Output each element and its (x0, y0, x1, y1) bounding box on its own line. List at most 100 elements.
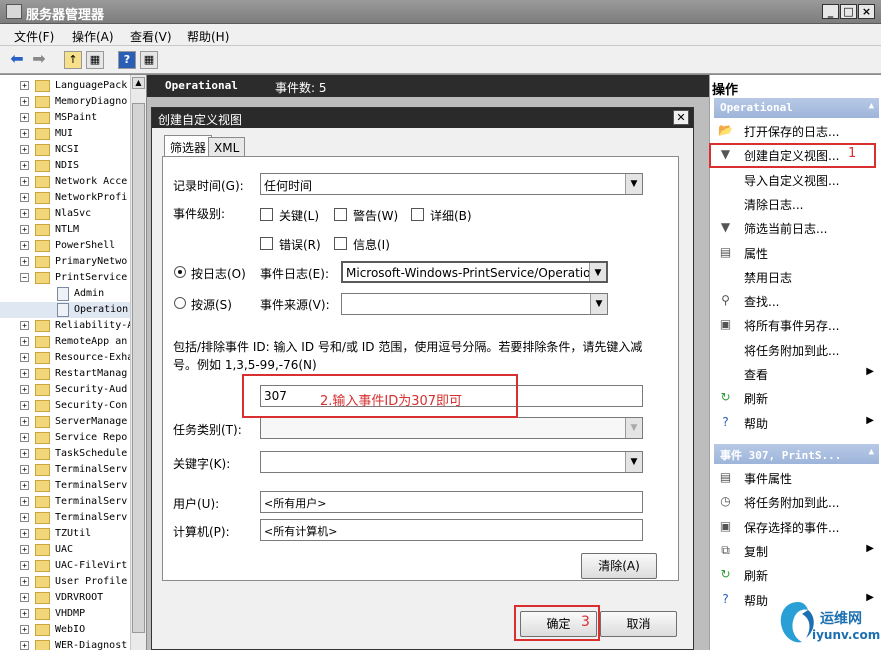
chevron-down-icon[interactable]: ▼ (625, 418, 642, 438)
expand-icon[interactable]: + (20, 321, 29, 330)
tree-item[interactable]: + TerminalServ (0, 510, 145, 526)
tree-pane[interactable]: + LanguagePack + MemoryDiagno + MSPaint + MUI + N… (0, 75, 146, 650)
action-item[interactable]: ↻ 刷新 (714, 564, 880, 586)
tree-item[interactable]: + WER-Diagnost (0, 638, 145, 650)
user-input[interactable]: <所有用户> (260, 491, 643, 513)
critical-checkbox[interactable] (260, 208, 273, 221)
action-item[interactable]: 禁用日志 (714, 266, 880, 288)
expand-icon[interactable]: + (20, 625, 29, 634)
information-checkbox[interactable] (334, 237, 347, 250)
menu-file[interactable]: 文件(F) (14, 28, 54, 45)
expand-icon[interactable]: + (20, 609, 29, 618)
action-item[interactable]: 将任务附加到此... (714, 339, 880, 361)
tree-item[interactable]: + Service Repo (0, 430, 145, 446)
logged-select[interactable]: 任何时间 ▼ (260, 173, 643, 195)
tree-item[interactable]: + RemoteApp an (0, 334, 145, 350)
action-item[interactable]: ▤ 事件属性 (714, 467, 880, 489)
forward-icon[interactable]: ➡ (30, 51, 48, 69)
task-category-select[interactable]: ▼ (260, 417, 643, 439)
keywords-select[interactable]: ▼ (260, 451, 643, 473)
tree-item[interactable]: + PrimaryNetwo (0, 254, 145, 270)
tree-item[interactable]: + NlaSvc (0, 206, 145, 222)
expand-icon[interactable]: + (20, 177, 29, 186)
menu-help[interactable]: 帮助(H) (187, 28, 229, 45)
verbose-checkbox[interactable] (411, 208, 424, 221)
expand-icon[interactable]: + (20, 497, 29, 506)
event-source-select[interactable]: ▼ (341, 293, 608, 315)
expand-icon[interactable]: + (20, 641, 29, 650)
collapse-icon[interactable]: ▲ (869, 101, 874, 111)
tree-item[interactable]: + VHDMP (0, 606, 145, 622)
dialog-title-bar[interactable]: 创建自定义视图 ✕ (152, 108, 693, 128)
tree-item[interactable]: + Network Acce (0, 174, 145, 190)
close-button[interactable]: × (858, 4, 875, 19)
tree-item[interactable]: + User Profile (0, 574, 145, 590)
tree-item[interactable]: + RestartManag (0, 366, 145, 382)
tree-item[interactable]: + NetworkProfi (0, 190, 145, 206)
action-item[interactable]: 清除日志... (714, 193, 880, 215)
expand-icon[interactable]: + (20, 545, 29, 554)
menu-action[interactable]: 操作(A) (72, 28, 114, 45)
collapse-icon[interactable]: ▲ (869, 447, 874, 457)
expand-icon[interactable]: + (20, 433, 29, 442)
cancel-button[interactable]: 取消 (600, 611, 677, 637)
tree-item[interactable]: − PrintService (0, 270, 145, 286)
tree-item[interactable]: + NCSI (0, 142, 145, 158)
action-item[interactable]: 导入自定义视图... (714, 169, 880, 191)
actions-section-operational[interactable]: Operational ▲ (714, 98, 879, 118)
action-item[interactable]: ▣ 将所有事件另存... (714, 314, 880, 336)
expand-icon[interactable]: + (20, 401, 29, 410)
show-hide-actions-icon[interactable]: ▦ (140, 51, 158, 69)
dialog-close-button[interactable]: ✕ (673, 110, 689, 125)
expand-icon[interactable]: + (20, 193, 29, 202)
scroll-up-arrow-icon[interactable]: ▲ (132, 77, 145, 89)
action-item[interactable]: ▣ 保存选择的事件... (714, 516, 880, 538)
tree-item[interactable]: Admin (0, 286, 145, 302)
action-item[interactable]: ⚲ 查找... (714, 290, 880, 312)
expand-icon[interactable]: + (20, 129, 29, 138)
expand-icon[interactable]: + (20, 209, 29, 218)
by-source-radio[interactable] (174, 297, 186, 309)
action-item[interactable]: ? 帮助 ▶ (714, 412, 880, 434)
tab-filter[interactable]: 筛选器 (164, 135, 213, 157)
tree-item[interactable]: + NTLM (0, 222, 145, 238)
expand-icon[interactable]: + (20, 465, 29, 474)
tree-item[interactable]: + Resource-Exha (0, 350, 145, 366)
tree-item[interactable]: + TZUtil (0, 526, 145, 542)
scroll-thumb[interactable] (132, 103, 145, 633)
tree-item[interactable]: Operation (0, 302, 145, 318)
expand-icon[interactable]: + (20, 529, 29, 538)
tree-item[interactable]: + ServerManage (0, 414, 145, 430)
minimize-button[interactable]: _ (822, 4, 839, 19)
tab-xml[interactable]: XML (208, 137, 246, 157)
expand-icon[interactable]: + (20, 81, 29, 90)
tree-item[interactable]: + TerminalServ (0, 494, 145, 510)
expand-icon[interactable]: + (20, 481, 29, 490)
actions-section-event[interactable]: 事件 307, PrintS... ▲ (714, 444, 879, 464)
expand-icon[interactable]: + (20, 513, 29, 522)
event-log-select[interactable]: Microsoft-Windows-PrintService/Operation… (341, 261, 608, 283)
up-folder-icon[interactable]: ↑ (64, 51, 82, 69)
tree-item[interactable]: + WebIO (0, 622, 145, 638)
action-item[interactable]: 📂 打开保存的日志... (714, 120, 880, 142)
expand-icon[interactable]: + (20, 241, 29, 250)
expand-icon[interactable]: + (20, 145, 29, 154)
warning-checkbox[interactable] (334, 208, 347, 221)
tree-item[interactable]: + NDIS (0, 158, 145, 174)
show-hide-tree-icon[interactable]: ▦ (86, 51, 104, 69)
expand-icon[interactable]: + (20, 449, 29, 458)
expand-icon[interactable]: + (20, 337, 29, 346)
expand-icon[interactable]: + (20, 225, 29, 234)
by-log-radio[interactable] (174, 266, 186, 278)
chevron-down-icon[interactable]: ▼ (625, 174, 642, 194)
expand-icon[interactable]: + (20, 593, 29, 602)
window-title-bar[interactable]: 服务器管理器 _ □ × (0, 0, 881, 24)
expand-icon[interactable]: + (20, 577, 29, 586)
action-item[interactable]: ▼ 筛选当前日志... (714, 217, 880, 239)
menu-view[interactable]: 查看(V) (130, 28, 172, 45)
tree-item[interactable]: + MSPaint (0, 110, 145, 126)
chevron-down-icon[interactable]: ▼ (589, 263, 606, 281)
tree-item[interactable]: + TerminalServ (0, 462, 145, 478)
expand-icon[interactable]: + (20, 385, 29, 394)
tree-item[interactable]: + Reliability-A (0, 318, 145, 334)
